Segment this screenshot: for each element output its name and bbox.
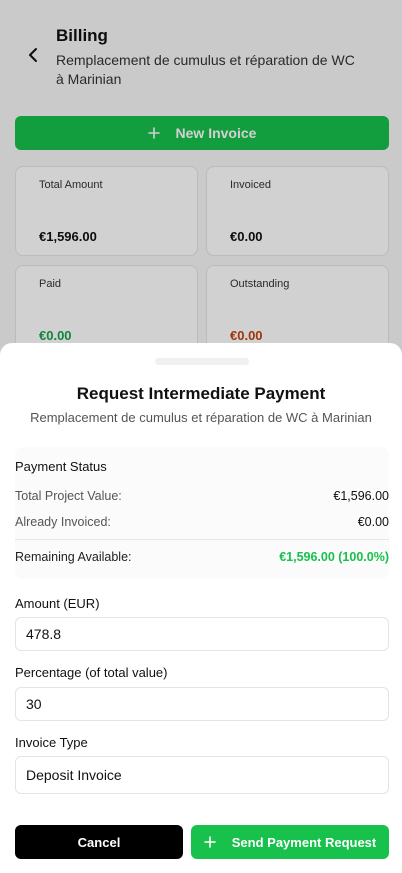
screen: Billing Remplacement de cumulus et répar… <box>0 0 402 873</box>
invoice-type-value: Deposit Invoice <box>26 767 122 783</box>
sheet-drag-handle[interactable] <box>155 358 249 365</box>
cancel-button[interactable]: Cancel <box>15 825 183 859</box>
remaining-value: €1,596.00 (100.0%) <box>279 550 389 564</box>
payment-status-panel: Payment Status Total Project Value: €1,5… <box>15 447 389 579</box>
send-payment-request-label: Send Payment Request <box>231 834 377 850</box>
sheet-subtitle: Remplacement de cumulus et réparation de… <box>30 410 372 425</box>
sheet-title: Request Intermediate Payment <box>76 384 326 403</box>
payment-request-sheet: Request Intermediate Payment Remplacemen… <box>0 343 402 873</box>
status-value: €0.00 <box>357 515 389 529</box>
status-label: Total Project Value: <box>15 489 122 503</box>
plus-icon <box>203 836 216 848</box>
payment-status-title: Payment Status <box>15 459 107 474</box>
status-row-remaining: Remaining Available: €1,596.00 (100.0%) <box>15 550 389 564</box>
send-payment-request-button[interactable]: Send Payment Request <box>191 825 389 859</box>
status-row-already-invoiced: Already Invoiced: €0.00 <box>15 515 389 529</box>
status-divider <box>15 539 389 540</box>
invoice-type-label: Invoice Type <box>15 735 88 750</box>
amount-input[interactable] <box>15 617 389 651</box>
amount-label: Amount (EUR) <box>15 596 100 611</box>
percentage-input[interactable] <box>15 687 389 721</box>
status-label: Already Invoiced: <box>15 515 111 529</box>
percentage-label: Percentage (of total value) <box>15 665 168 680</box>
remaining-label: Remaining Available: <box>15 550 132 564</box>
status-value: €1,596.00 <box>333 489 389 503</box>
invoice-type-select[interactable]: Deposit Invoice <box>15 756 389 794</box>
status-row-total-value: Total Project Value: €1,596.00 <box>15 489 389 503</box>
